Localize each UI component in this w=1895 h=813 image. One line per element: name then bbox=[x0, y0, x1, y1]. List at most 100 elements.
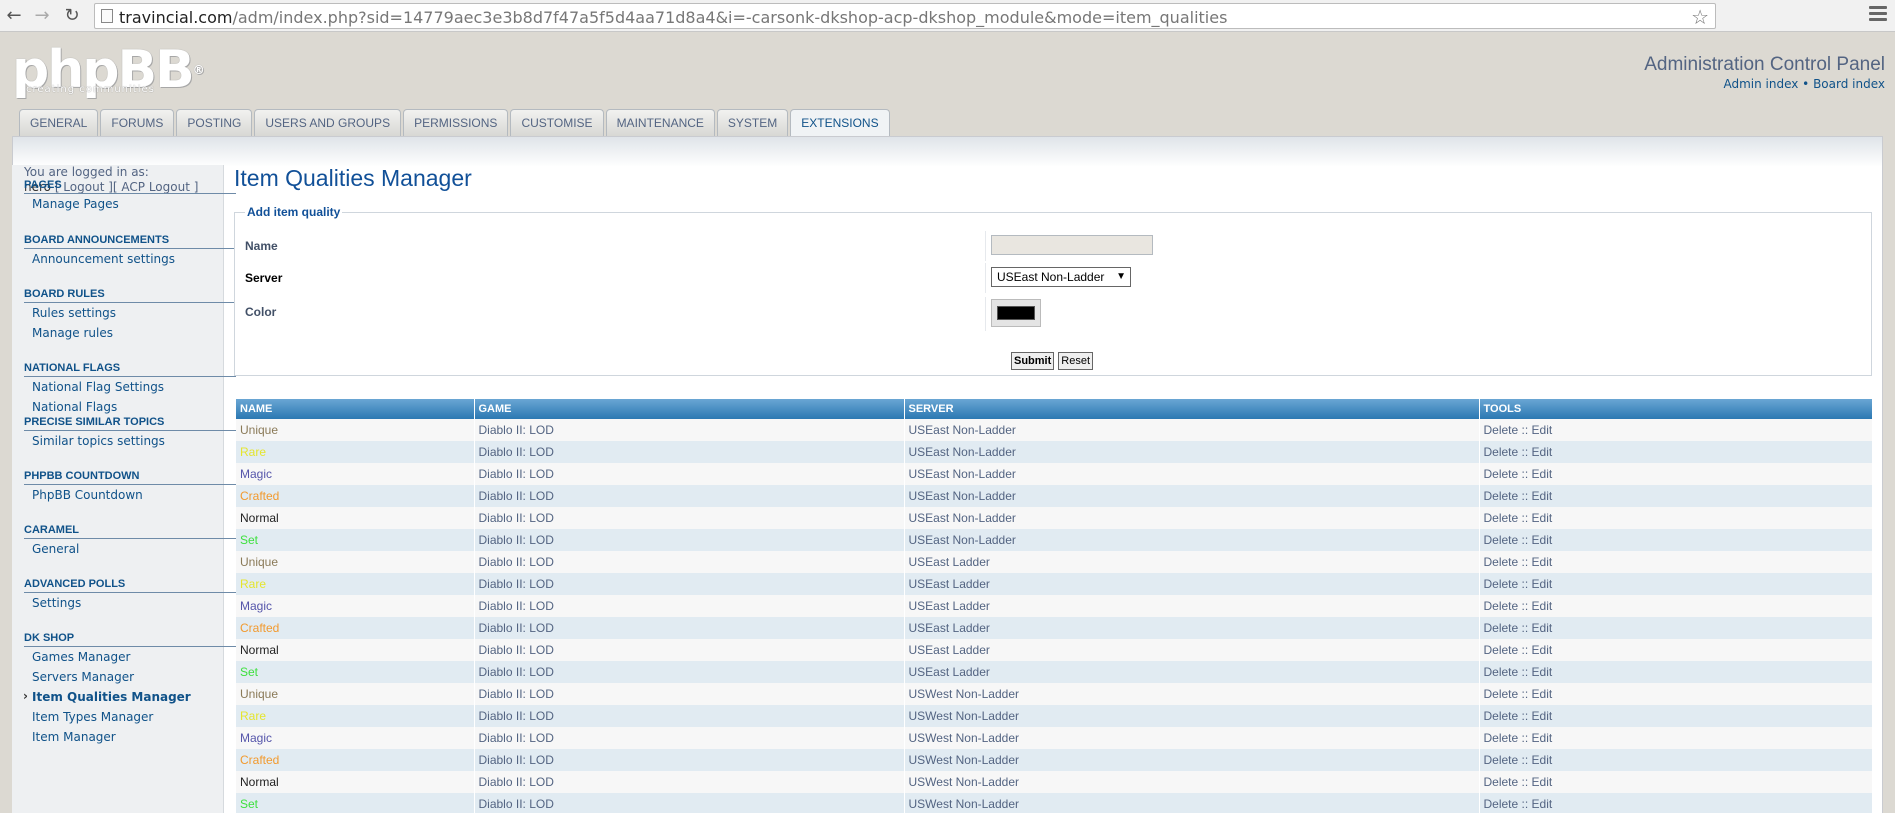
tools-cell[interactable]: Delete :: Edit bbox=[1478, 529, 1872, 551]
tools-cell[interactable]: Delete :: Edit bbox=[1478, 683, 1872, 705]
add-item-quality-form: Add item quality Name Server USEast Non-… bbox=[234, 205, 1872, 376]
table-row: Rare Diablo II: LOD USEast Ladder Delete ::… bbox=[236, 573, 1872, 595]
server-cell: USWest Non-Ladder bbox=[903, 705, 1479, 727]
column-header-tools: TOOLS bbox=[1478, 399, 1872, 419]
sidebar-item-manage-rules[interactable]: Manage rules bbox=[32, 323, 236, 343]
table-row: Unique Diablo II: LOD USWest Non-Ladder Del… bbox=[236, 683, 1872, 705]
sidebar-item-item-qualities-manager[interactable]: Item Qualities Manager bbox=[23, 686, 236, 707]
menu-heading: CARAMEL bbox=[24, 524, 236, 539]
back-arrow-icon[interactable]: ← bbox=[2, 4, 26, 28]
sidebar-item-settings[interactable]: Settings bbox=[32, 593, 236, 613]
sidebar-item-national-flag-settings[interactable]: National Flag Settings bbox=[32, 377, 236, 397]
quality-name-cell: Unique bbox=[236, 551, 474, 573]
submit-button[interactable]: Submit bbox=[1011, 352, 1055, 370]
tools-cell[interactable]: Delete :: Edit bbox=[1478, 485, 1872, 507]
tools-cell[interactable]: Delete :: Edit bbox=[1478, 551, 1872, 573]
form-legend: Add item quality bbox=[245, 205, 343, 219]
tab-permissions[interactable]: PERMISSIONS bbox=[403, 109, 509, 136]
tools-cell[interactable]: Delete :: Edit bbox=[1478, 661, 1872, 683]
tab-extensions[interactable]: EXTENSIONS bbox=[790, 109, 890, 137]
server-cell: USEast Ladder bbox=[903, 617, 1479, 639]
menu-heading: ADVANCED POLLS bbox=[24, 578, 236, 593]
board-index-link[interactable]: Board index bbox=[1813, 77, 1885, 91]
table-row: Crafted Diablo II: LOD USEast Ladder Delete… bbox=[236, 617, 1872, 639]
browser-menu-icon[interactable] bbox=[1869, 6, 1887, 24]
tab-system[interactable]: SYSTEM bbox=[716, 109, 789, 136]
forward-arrow-icon[interactable]: → bbox=[30, 4, 54, 28]
game-cell: Diablo II: LOD bbox=[473, 441, 904, 463]
tools-cell[interactable]: Delete :: Edit bbox=[1478, 507, 1872, 529]
server-cell: USEast Ladder bbox=[903, 573, 1479, 595]
column-header-game: GAME bbox=[473, 399, 904, 419]
sidebar-item-similar-topics-settings[interactable]: Similar topics settings bbox=[32, 431, 236, 451]
tab-forums[interactable]: FORUMS bbox=[100, 109, 175, 136]
quality-name-cell: Crafted bbox=[236, 485, 474, 507]
sidebar-item-phpbb-countdown[interactable]: PhpBB Countdown bbox=[32, 485, 236, 505]
table-row: Magic Diablo II: LOD USEast Ladder Delete :… bbox=[236, 595, 1872, 617]
server-row: Server USEast Non-Ladder ▼ bbox=[245, 263, 1863, 293]
sidebar-item-rules-settings[interactable]: Rules settings bbox=[32, 303, 236, 323]
reload-icon[interactable]: ↻ bbox=[60, 4, 84, 28]
tab-customise[interactable]: CUSTOMISE bbox=[510, 109, 604, 136]
tools-cell[interactable]: Delete :: Edit bbox=[1478, 793, 1872, 813]
server-cell: USEast Non-Ladder bbox=[903, 507, 1479, 529]
menu-heading: PRECISE SIMILAR TOPICS bbox=[24, 416, 236, 431]
quality-name-cell: Rare bbox=[236, 441, 474, 463]
bookmark-star-icon[interactable]: ☆ bbox=[1691, 5, 1709, 29]
quality-name-cell: Crafted bbox=[236, 749, 474, 771]
table-row: Normal Diablo II: LOD USEast Non-Ladder Del… bbox=[236, 507, 1872, 529]
game-cell: Diablo II: LOD bbox=[473, 771, 904, 793]
sidebar-item-manage-pages[interactable]: Manage Pages bbox=[32, 194, 236, 214]
server-cell: USEast Non-Ladder bbox=[903, 463, 1479, 485]
game-cell: Diablo II: LOD bbox=[473, 419, 904, 441]
tools-cell[interactable]: Delete :: Edit bbox=[1478, 617, 1872, 639]
table-row: Normal Diablo II: LOD USWest Non-Ladder Del… bbox=[236, 771, 1872, 793]
server-select[interactable]: USEast Non-Ladder ▼ bbox=[991, 267, 1131, 287]
admin-index-link[interactable]: Admin index bbox=[1723, 77, 1798, 91]
game-cell: Diablo II: LOD bbox=[473, 617, 904, 639]
sidebar-item-announcement-settings[interactable]: Announcement settings bbox=[32, 249, 236, 269]
tools-cell[interactable]: Delete :: Edit bbox=[1478, 463, 1872, 485]
tools-cell[interactable]: Delete :: Edit bbox=[1478, 749, 1872, 771]
server-cell: USEast Ladder bbox=[903, 639, 1479, 661]
address-bar[interactable]: travincial.com/adm/index.php?sid=14779ae… bbox=[94, 3, 1716, 29]
quality-name-cell: Crafted bbox=[236, 617, 474, 639]
sidebar-item-games-manager[interactable]: Games Manager bbox=[32, 647, 236, 667]
tools-cell[interactable]: Delete :: Edit bbox=[1478, 419, 1872, 441]
menu-section-phpbb-countdown: PHPBB COUNTDOWN PhpBB Countdown bbox=[24, 470, 236, 505]
menu-heading: NATIONAL FLAGS bbox=[24, 362, 236, 377]
tab-maintenance[interactable]: MAINTENANCE bbox=[605, 109, 715, 136]
quality-name-cell: Normal bbox=[236, 771, 474, 793]
menu-section-precise-similar-topics: PRECISE SIMILAR TOPICS Similar topics set… bbox=[24, 416, 236, 451]
sidebar-item-item-manager[interactable]: Item Manager bbox=[32, 727, 236, 747]
tab-general[interactable]: GENERAL bbox=[19, 109, 99, 136]
game-cell: Diablo II: LOD bbox=[473, 727, 904, 749]
server-cell: USEast Ladder bbox=[903, 551, 1479, 573]
sidebar-item-servers-manager[interactable]: Servers Manager bbox=[32, 667, 236, 687]
tools-cell[interactable]: Delete :: Edit bbox=[1478, 441, 1872, 463]
dropdown-arrow-icon: ▼ bbox=[1116, 271, 1126, 282]
tools-cell[interactable]: Delete :: Edit bbox=[1478, 727, 1872, 749]
tools-cell[interactable]: Delete :: Edit bbox=[1478, 705, 1872, 727]
tab-posting[interactable]: POSTING bbox=[176, 109, 253, 136]
tab-users-and-groups[interactable]: USERS AND GROUPS bbox=[254, 109, 402, 136]
game-cell: Diablo II: LOD bbox=[473, 573, 904, 595]
color-picker[interactable] bbox=[991, 299, 1041, 327]
table-row: Magic Diablo II: LOD USWest Non-Ladder Dele… bbox=[236, 727, 1872, 749]
table-row: Rare Diablo II: LOD USEast Non-Ladder Delet… bbox=[236, 441, 1872, 463]
sidebar-item-national-flags[interactable]: National Flags bbox=[32, 397, 236, 417]
form-buttons: Submit Reset bbox=[1011, 352, 1094, 370]
menu-section-caramel: CARAMEL General bbox=[24, 524, 236, 559]
quality-name-cell: Rare bbox=[236, 573, 474, 595]
name-input[interactable] bbox=[991, 235, 1153, 255]
sidebar-item-item-types-manager[interactable]: Item Types Manager bbox=[32, 707, 236, 727]
tools-cell[interactable]: Delete :: Edit bbox=[1478, 771, 1872, 793]
quality-name-cell: Normal bbox=[236, 507, 474, 529]
tools-cell[interactable]: Delete :: Edit bbox=[1478, 573, 1872, 595]
tools-cell[interactable]: Delete :: Edit bbox=[1478, 595, 1872, 617]
tools-cell[interactable]: Delete :: Edit bbox=[1478, 639, 1872, 661]
reset-button[interactable]: Reset bbox=[1058, 352, 1094, 370]
sidebar-item-general[interactable]: General bbox=[32, 539, 236, 559]
logged-in-label: You are logged in as: bbox=[24, 165, 149, 179]
menu-section-board-announcements: BOARD ANNOUNCEMENTS Announcement settings bbox=[24, 234, 236, 269]
